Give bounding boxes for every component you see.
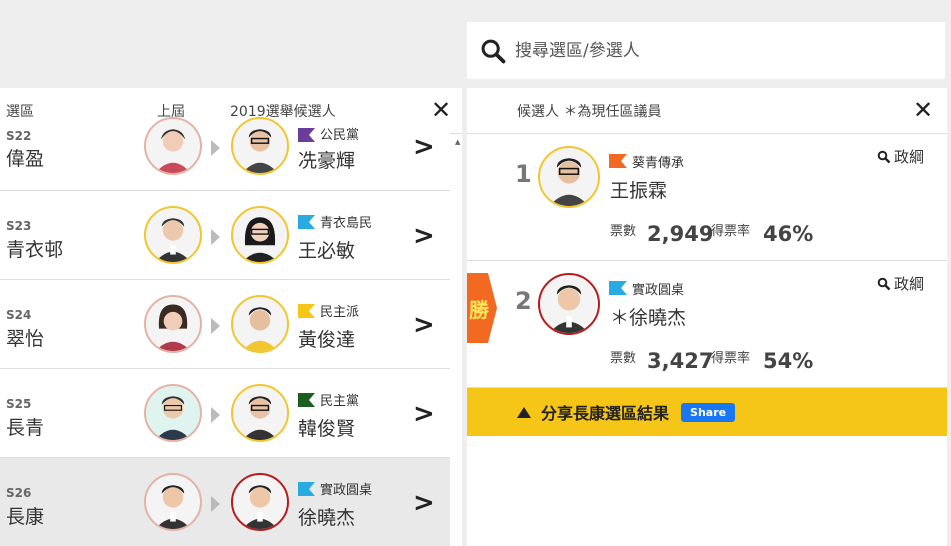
party-name: 實政圓桌: [632, 283, 685, 298]
party-name: 公民黨: [320, 128, 360, 143]
header-candidates: 2019選舉候選人: [230, 103, 336, 120]
rate-label: 得票率: [711, 351, 751, 366]
district-name: 長青: [6, 417, 45, 439]
candidate-name: 冼豪輝: [298, 150, 356, 172]
candidate-detail-header: 候選人 ＊為現任區議員 ✕: [467, 88, 947, 134]
party-name: 葵青傳承: [632, 156, 685, 171]
district-code: S24: [6, 308, 32, 322]
district-name: 長康: [6, 506, 45, 528]
chevron-right-icon[interactable]: >: [413, 310, 435, 340]
arrow-right-icon: [211, 496, 220, 512]
chevron-right-icon[interactable]: >: [413, 488, 435, 518]
panel-empty-area: [467, 436, 947, 546]
candidate-name: 王必敏: [298, 240, 356, 262]
candidate-name: 王振霖: [610, 180, 668, 202]
votes-value: 3,427: [647, 349, 714, 373]
winner-badge: 勝: [467, 273, 497, 343]
candidate-detail-panel: 候選人 ＊為現任區議員 ✕ 1 葵青傳承 王振霖 政綱 票數 2,949 得票率…: [467, 88, 947, 546]
candidate-avatar: [538, 273, 600, 335]
chevron-right-icon[interactable]: >: [413, 399, 435, 429]
candidate-number: 2: [515, 287, 532, 315]
candidate-avatar: [231, 117, 289, 175]
party-flag-icon: [298, 303, 315, 318]
close-icon[interactable]: ✕: [431, 98, 451, 122]
district-name: 偉盈: [6, 148, 45, 170]
rate-value: 46%: [763, 222, 814, 246]
district-code: S22: [6, 129, 32, 143]
district-name: 青衣邨: [6, 239, 64, 261]
facebook-share-button[interactable]: Share: [681, 402, 736, 422]
candidate-avatar: [231, 473, 289, 531]
candidate-card: 1 葵青傳承 王振霖 政綱 票數 2,949 得票率 46%: [467, 134, 947, 261]
previous-member-avatar: [144, 295, 202, 353]
district-row[interactable]: S25 長青 民主黨 韓俊賢 >: [0, 369, 450, 458]
district-list-header: 選區 上屆 2019選舉候選人 ✕: [0, 88, 462, 134]
party-name: 青衣島民: [320, 216, 373, 231]
search-bar[interactable]: [467, 22, 945, 79]
district-row[interactable]: S23 青衣邨 青衣島民 王必敏 >: [0, 191, 450, 280]
scrollbar-up-arrow[interactable]: ▲: [455, 138, 460, 146]
panel-title: 候選人 ＊為現任區議員: [517, 104, 662, 120]
party-name: 民主黨: [320, 394, 360, 409]
party-flag-icon: [298, 127, 315, 142]
candidate-avatar: [231, 295, 289, 353]
district-row[interactable]: S22 偉盈 公民黨 冼豪輝 >: [0, 117, 450, 191]
arrow-right-icon: [211, 229, 220, 245]
arrow-right-icon: [211, 407, 220, 423]
party-name: 實政圓桌: [320, 483, 373, 498]
arrow-right-icon: [211, 318, 220, 334]
party-name: 民主派: [320, 305, 360, 320]
votes-value: 2,949: [647, 222, 714, 246]
triangle-up-icon: [517, 406, 531, 418]
candidate-avatar: [231, 206, 289, 264]
votes-label: 票數: [610, 224, 637, 239]
party-flag-icon: [298, 214, 315, 229]
chevron-right-icon[interactable]: >: [413, 132, 435, 162]
magnifier-icon: [877, 150, 891, 163]
votes-label: 票數: [610, 351, 637, 366]
policy-link[interactable]: 政綱: [877, 273, 924, 294]
search-input[interactable]: [515, 40, 915, 61]
party-flag-icon: [609, 153, 627, 168]
header-district: 選區: [6, 103, 34, 120]
candidate-card-winner: 勝 2 實政圓桌 ＊徐曉杰 政綱 票數 3,427 得票率 54%: [467, 261, 947, 388]
district-name: 翠怡: [6, 328, 45, 350]
previous-member-avatar: [144, 117, 202, 175]
rate-label: 得票率: [711, 224, 751, 239]
magnifier-icon: [877, 277, 891, 290]
district-list-panel: 選區 上屆 2019選舉候選人 ✕ ▲ S22 偉盈 公民黨 冼豪輝 > S23…: [0, 88, 462, 546]
party-flag-icon: [609, 280, 627, 295]
policy-label: 政綱: [894, 275, 925, 293]
previous-member-avatar: [144, 206, 202, 264]
candidate-name: 韓俊賢: [298, 418, 356, 440]
party-flag-icon: [298, 392, 315, 407]
district-row[interactable]: S24 翠怡 民主派 黃俊達 >: [0, 280, 450, 369]
candidate-number: 1: [515, 160, 532, 188]
share-bar[interactable]: 分享長康選區結果 Share: [467, 388, 947, 436]
district-row-selected[interactable]: S26 長康 實政圓桌 徐曉杰 >: [0, 458, 450, 546]
previous-member-avatar: [144, 473, 202, 531]
share-text: 分享長康選區結果: [541, 404, 670, 423]
district-code: S26: [6, 486, 32, 500]
candidate-name: 徐曉杰: [298, 507, 356, 529]
district-code: S23: [6, 219, 32, 233]
chevron-right-icon[interactable]: >: [413, 221, 435, 251]
policy-label: 政綱: [894, 148, 925, 166]
district-code: S25: [6, 397, 32, 411]
rate-value: 54%: [763, 349, 814, 373]
district-rows: S22 偉盈 公民黨 冼豪輝 > S23 青衣邨 青衣島民 王必敏 > S24 …: [0, 117, 450, 546]
arrow-right-icon: [211, 140, 220, 156]
close-icon[interactable]: ✕: [913, 98, 933, 122]
party-flag-icon: [298, 481, 315, 496]
candidate-avatar: [538, 146, 600, 208]
candidate-avatar: [231, 384, 289, 442]
candidate-name: ＊徐曉杰: [610, 307, 687, 329]
policy-link[interactable]: 政綱: [877, 146, 924, 167]
candidate-name: 黃俊達: [298, 329, 356, 351]
previous-member-avatar: [144, 384, 202, 442]
search-icon: [481, 39, 506, 63]
